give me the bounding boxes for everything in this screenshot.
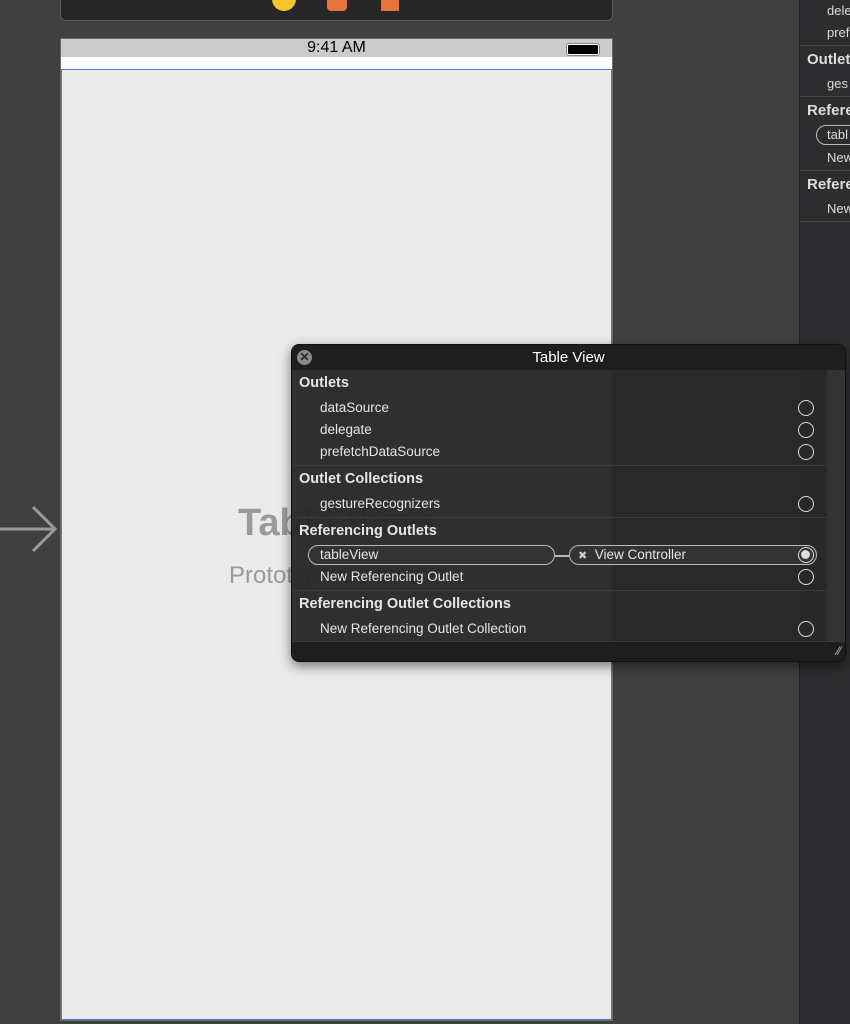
exit-icon[interactable]	[381, 0, 399, 11]
outlet-datasource: dataSource	[320, 400, 390, 415]
first-responder-icon[interactable]	[327, 0, 347, 11]
inspector-connection-pill[interactable]: tabl	[816, 125, 850, 145]
new-referencing-outlet: New Referencing Outlet	[320, 569, 464, 584]
popup-title: Table View	[532, 349, 605, 366]
inspector-row: New	[827, 150, 850, 165]
scrollbar[interactable]	[827, 370, 845, 641]
battery-icon	[566, 43, 600, 56]
popup-title-bar: ✕ Table View	[292, 345, 845, 370]
status-time: 9:41 AM	[307, 39, 366, 56]
inspector-row: New	[827, 201, 850, 216]
inspector-section: Refere	[807, 176, 850, 193]
popup-footer: ⁄⁄	[292, 641, 845, 661]
section-referencing-outlets: Referencing Outlets	[299, 523, 437, 539]
connect-circle-icon[interactable]	[798, 496, 814, 512]
section-referencing-outlet-collections: Referencing Outlet Collections	[299, 596, 511, 612]
section-outlets: Outlets	[299, 375, 349, 391]
outlet-delegate: delegate	[320, 422, 372, 437]
connect-circle-icon[interactable]	[798, 400, 814, 416]
connection-line	[555, 555, 569, 557]
outlet-gesture-recognizers: gestureRecognizers	[320, 496, 441, 511]
new-referencing-outlet-collection: New Referencing Outlet Collection	[320, 621, 527, 636]
connected-circle-icon[interactable]	[798, 547, 814, 563]
close-icon[interactable]: ✕	[297, 350, 312, 365]
outlet-prefetch: prefetchDataSource	[320, 444, 441, 459]
scene-dock	[60, 0, 613, 21]
resize-grip-icon[interactable]: ⁄⁄	[837, 644, 841, 658]
connect-circle-icon[interactable]	[798, 444, 814, 460]
connect-circle-icon[interactable]	[798, 569, 814, 585]
remove-connection-icon[interactable]: ✖	[578, 550, 587, 562]
section-outlet-collections: Outlet Collections	[299, 471, 424, 487]
inspector-section: Refere	[807, 102, 850, 119]
connections-popup: ✕ Table View Outlets dataSource delegate…	[291, 344, 846, 662]
connect-circle-icon[interactable]	[798, 621, 814, 637]
status-bar: 9:41 AM	[61, 39, 612, 57]
outlet-name: tableView	[320, 547, 379, 562]
view-controller-icon[interactable]	[272, 0, 296, 11]
inspector-section: Outlet	[807, 51, 850, 68]
connect-circle-icon[interactable]	[798, 422, 814, 438]
outlet-name-pill[interactable]: tableView	[308, 545, 555, 565]
inspector-row: ges	[827, 76, 848, 91]
entry-point-arrow-icon[interactable]	[0, 503, 60, 555]
inspector-row: pref	[827, 25, 850, 40]
inspector-row: dele	[827, 3, 850, 18]
connection-target: View Controller	[594, 547, 687, 562]
connection-target-pill[interactable]: ✖ View Controller	[569, 545, 817, 565]
